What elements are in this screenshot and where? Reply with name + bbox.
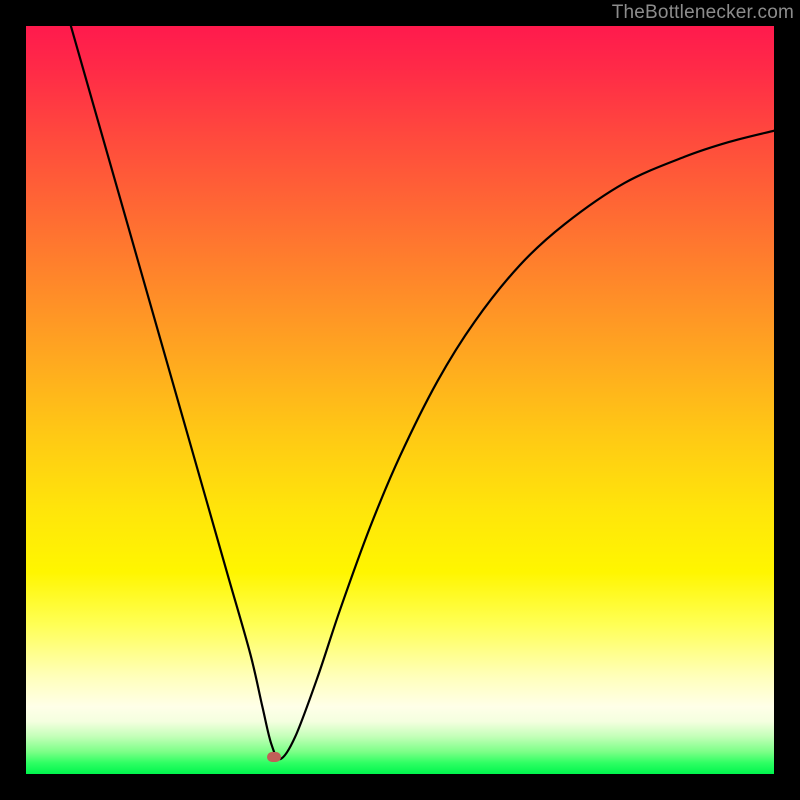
plot-gradient-background [26,26,774,774]
optimal-point-marker [267,752,281,762]
chart-frame: TheBottlenecker.com [0,0,800,800]
watermark-text: TheBottlenecker.com [612,2,794,24]
